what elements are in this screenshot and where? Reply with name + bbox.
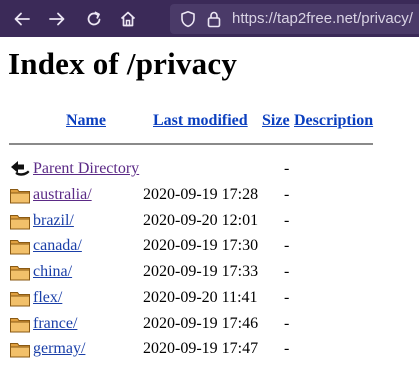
folder-link[interactable]: brazil/ <box>33 212 74 230</box>
folder-link[interactable]: australia/ <box>33 186 92 204</box>
size-value: - <box>284 186 290 203</box>
column-header-size[interactable]: Size <box>262 112 290 130</box>
folder-link[interactable]: canada/ <box>33 237 82 255</box>
lock-icon[interactable] <box>206 10 222 33</box>
forward-arrow-icon[interactable] <box>44 6 70 32</box>
browser-toolbar: https://tap2free.net/privacy/ <box>0 0 419 37</box>
folder-icon <box>9 185 31 210</box>
size-value: - <box>284 340 290 358</box>
directory-row: australia/2020-09-19 17:28 - <box>0 183 419 209</box>
column-header-last-modified[interactable]: Last modified <box>153 112 248 130</box>
last-modified-value: 2020-09-20 12:01 <box>143 211 259 229</box>
page-title: Index of /privacy <box>8 46 238 81</box>
folder-icon <box>9 288 31 313</box>
size-value: - <box>284 160 290 177</box>
size-value: - <box>284 211 290 229</box>
folder-icon <box>9 314 31 339</box>
last-modified-value: 2020-09-19 17:28 <box>143 186 259 203</box>
folder-icon <box>9 339 31 364</box>
directory-row: brazil/2020-09-20 12:01 - <box>0 209 419 235</box>
folder-link[interactable]: france/ <box>33 315 77 333</box>
directory-row: germay/2020-09-19 17:47 - <box>0 337 419 363</box>
folder-link[interactable]: flex/ <box>33 289 62 307</box>
last-modified-value: 2020-09-19 17:30 <box>143 237 259 255</box>
back-folder-icon <box>9 159 31 184</box>
url-text[interactable]: https://tap2free.net/privacy/ <box>232 10 413 27</box>
last-modified-value: 2020-09-20 11:41 <box>143 288 258 306</box>
size-value: - <box>284 288 290 306</box>
directory-row: canada/2020-09-19 17:30 - <box>0 234 419 260</box>
folder-link[interactable]: china/ <box>33 263 72 281</box>
address-bar[interactable]: https://tap2free.net/privacy/ <box>170 4 419 34</box>
shield-icon[interactable] <box>179 10 197 33</box>
last-modified-value: 2020-09-19 17:47 <box>143 340 259 358</box>
header-divider <box>9 143 373 145</box>
parent-directory-link[interactable]: Parent Directory <box>33 160 139 178</box>
last-modified-value: 2020-09-19 17:33 <box>143 263 259 281</box>
directory-row: flex/2020-09-20 11:41 - <box>0 286 419 312</box>
column-header-name[interactable]: Name <box>66 112 106 130</box>
directory-row: china/2020-09-19 17:33 - <box>0 260 419 286</box>
folder-link[interactable]: germay/ <box>33 340 85 358</box>
size-value: - <box>284 263 290 281</box>
column-header-description[interactable]: Description <box>294 112 373 130</box>
folder-icon <box>9 236 31 261</box>
back-arrow-icon[interactable] <box>9 6 35 32</box>
reload-icon[interactable] <box>81 6 107 32</box>
parent-directory-row: Parent Directory - <box>0 157 419 183</box>
home-icon[interactable] <box>115 6 141 32</box>
folder-icon <box>9 262 31 287</box>
size-value: - <box>284 314 290 332</box>
last-modified-value: 2020-09-19 17:46 <box>143 314 259 332</box>
folder-icon <box>9 211 31 236</box>
size-value: - <box>284 237 290 255</box>
directory-row: france/2020-09-19 17:46 - <box>0 312 419 338</box>
